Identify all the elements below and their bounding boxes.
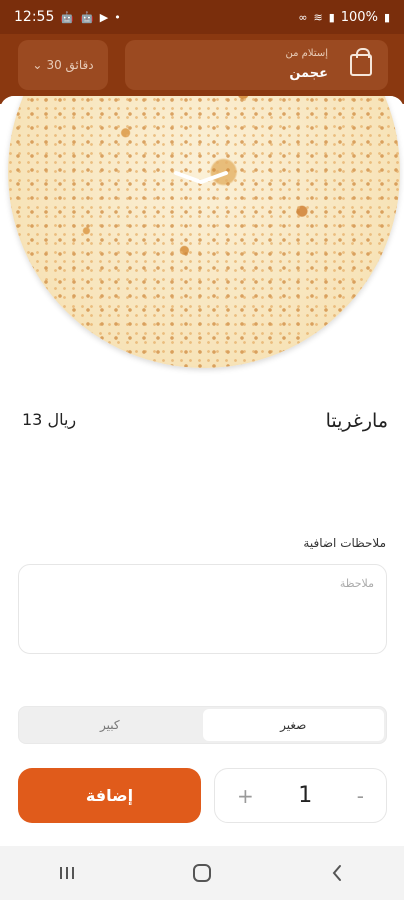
android-icon: 🤖 xyxy=(60,10,75,24)
wifi-icon: ≋ xyxy=(313,10,323,24)
battery-level: 100% xyxy=(340,9,378,25)
link-icon: ∞ xyxy=(298,10,308,24)
home-icon xyxy=(192,864,211,882)
recent-apps-icon xyxy=(60,867,75,879)
chevron-down-icon: ⌄ xyxy=(32,58,43,72)
dot-icon: • xyxy=(114,10,121,24)
product-name: مارغريتا xyxy=(325,410,388,432)
quantity-stepper: + 1 - xyxy=(214,768,387,823)
back-icon xyxy=(332,865,341,881)
back-button[interactable] xyxy=(317,858,357,888)
decrease-quantity-button[interactable]: - xyxy=(357,784,364,808)
pickup-location-selector[interactable]: إستلام من عجمن xyxy=(125,40,388,90)
eta-selector[interactable]: ⌄ 30 دقائق xyxy=(18,40,108,90)
status-bar: 12:55 🤖 🤖 ▶ • ∞ ≋ ▮ 100% ▮ xyxy=(0,0,404,34)
pickup-label: إستلام من xyxy=(285,48,328,59)
home-button[interactable] xyxy=(182,858,222,888)
close-handle-icon[interactable] xyxy=(172,168,230,186)
quantity-value: 1 xyxy=(298,783,313,808)
shopping-bag-icon xyxy=(350,48,372,76)
size-option-small[interactable]: صغير xyxy=(202,709,384,741)
recent-apps-button[interactable] xyxy=(47,858,87,888)
size-option-large[interactable]: كبير xyxy=(19,707,201,743)
product-image-area xyxy=(0,96,404,382)
size-selector: كبير صغير xyxy=(18,706,387,744)
order-header: ⌄ 30 دقائق إستلام من عجمن xyxy=(0,34,404,104)
eta-label: 30 دقائق xyxy=(46,58,94,72)
status-time: 12:55 xyxy=(14,9,55,25)
notes-label: ملاحظات اضافية xyxy=(303,536,386,550)
pickup-value: عجمن xyxy=(289,66,328,81)
product-sheet: مارغريتا 13 ريال ملاحظات اضافية كبير صغي… xyxy=(0,96,404,846)
play-icon: ▶ xyxy=(99,10,109,24)
system-navigation-bar xyxy=(0,846,404,900)
increase-quantity-button[interactable]: + xyxy=(237,784,254,808)
notes-input[interactable] xyxy=(18,564,387,654)
signal-icon: ▮ xyxy=(328,10,335,24)
android-icon: 🤖 xyxy=(80,10,94,24)
add-to-cart-button[interactable]: إضافة xyxy=(18,768,201,823)
battery-icon: ▮ xyxy=(383,10,390,24)
product-price: 13 ريال xyxy=(22,410,77,429)
pizza-image xyxy=(8,96,400,368)
